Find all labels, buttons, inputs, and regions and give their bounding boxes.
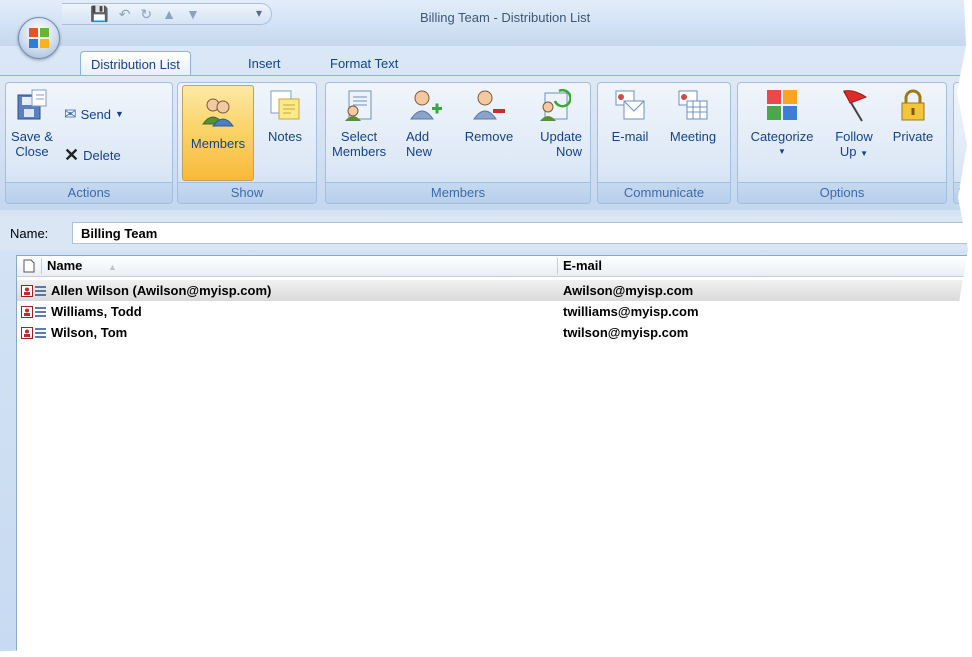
add-member-icon xyxy=(410,90,442,120)
lock-icon xyxy=(901,89,925,121)
member-name: Wilson, Tom xyxy=(51,325,128,340)
select-members-label: Select Members xyxy=(332,129,387,159)
column-name-label: Name xyxy=(47,258,83,273)
add-new-label: Add New xyxy=(406,129,433,159)
update-now-button[interactable]: Update Now xyxy=(524,87,582,159)
chevron-down-icon: ▼ xyxy=(860,149,869,158)
members-button[interactable]: Members xyxy=(182,85,254,181)
remove-member-icon xyxy=(473,90,505,120)
group-members: Select Members Add New Remove Update Now… xyxy=(325,82,591,204)
update-now-label: Update Now xyxy=(540,129,582,159)
column-separator xyxy=(557,258,558,274)
categorize-icon xyxy=(767,90,797,120)
undo-icon[interactable]: ↶ xyxy=(119,7,131,21)
member-name: Allen Wilson (Awilson@myisp.com) xyxy=(51,283,272,298)
group-label-communicate: Communicate xyxy=(598,182,730,203)
title-bar: 💾 ↶ ↻ ▲ ▼ ▾ Billing Team - Distribution … xyxy=(0,0,972,46)
categorize-button[interactable]: Categorize ▼ xyxy=(744,87,820,159)
member-email: twilson@myisp.com xyxy=(563,325,689,340)
window-title: Billing Team - Distribution List xyxy=(420,10,591,25)
send-icon: ✉ xyxy=(64,106,77,123)
tab-distribution-list[interactable]: Distribution List xyxy=(80,51,191,77)
save-close-label: Save & Close xyxy=(11,129,53,159)
name-row: Name: Billing Team xyxy=(0,216,972,250)
remove-button[interactable]: Remove xyxy=(460,87,518,144)
notes-icon xyxy=(270,90,300,120)
delete-icon: ✕ xyxy=(64,145,80,165)
tab-insert[interactable]: Insert xyxy=(238,51,291,76)
email-label: E-mail xyxy=(611,129,649,144)
group-label-show: Show xyxy=(178,182,316,203)
save-close-icon xyxy=(17,89,47,120)
group-label-actions: Actions xyxy=(6,182,172,203)
categorize-label: Categorize xyxy=(750,129,814,144)
contact-card-icon xyxy=(21,327,46,339)
office-button[interactable] xyxy=(18,17,60,59)
delete-button[interactable]: ✕ Delete xyxy=(64,145,121,166)
member-name: Williams, Todd xyxy=(51,304,142,319)
tab-format-text[interactable]: Format Text xyxy=(320,51,408,76)
follow-up-button[interactable]: Follow Up ▼ xyxy=(828,87,880,161)
list-item[interactable]: Allen Wilson (Awilson@myisp.com) Awilson… xyxy=(17,280,972,301)
group-label-members: Members xyxy=(326,182,590,203)
members-label: Members xyxy=(190,136,246,151)
delete-label: Delete xyxy=(83,148,121,163)
save-close-button[interactable]: Save & Close xyxy=(10,87,54,159)
previous-item-icon[interactable]: ▲ xyxy=(162,7,176,21)
name-label: Name: xyxy=(10,226,49,241)
list-header: Name ▲ E-mail xyxy=(17,256,972,277)
notes-button[interactable]: Notes xyxy=(260,87,310,144)
sort-ascending-icon: ▲ xyxy=(108,262,117,272)
address-book-icon xyxy=(345,90,372,121)
document-icon xyxy=(23,259,35,273)
ribbon: Save & Close ✉ Send ▼ ✕ Delete Actions M… xyxy=(0,75,972,210)
quick-access-toolbar: 💾 ↶ ↻ ▲ ▼ xyxy=(62,3,272,25)
private-button[interactable]: Private xyxy=(886,87,940,144)
group-label-options: Options xyxy=(738,182,946,203)
members-icon xyxy=(202,98,234,127)
member-email: Awilson@myisp.com xyxy=(563,283,694,298)
list-item[interactable]: Williams, Todd twilliams@myisp.com xyxy=(17,301,972,322)
meeting-label: Meeting xyxy=(669,129,717,144)
remove-label: Remove xyxy=(464,129,514,144)
add-new-button[interactable]: Add New xyxy=(406,87,446,159)
group-show: Members Notes Show xyxy=(177,82,317,204)
email-button[interactable]: E-mail xyxy=(606,87,654,144)
ribbon-tabs: Distribution List Insert Format Text xyxy=(0,46,972,77)
chevron-down-icon: ▼ xyxy=(778,147,786,156)
save-icon[interactable]: 💾 xyxy=(90,7,109,22)
meeting-icon xyxy=(678,90,708,120)
flag-icon xyxy=(843,90,868,122)
contact-card-icon xyxy=(21,285,46,297)
list-item[interactable]: Wilson, Tom twilson@myisp.com xyxy=(17,322,972,343)
group-actions: Save & Close ✉ Send ▼ ✕ Delete Actions xyxy=(5,82,173,204)
customize-qat-icon[interactable]: ▾ xyxy=(256,6,262,20)
chevron-down-icon: ▼ xyxy=(114,109,124,119)
members-list: Name ▲ E-mail Allen Wilson (Awilson@myis… xyxy=(16,255,972,657)
column-separator xyxy=(41,258,42,274)
send-label: Send xyxy=(80,106,111,122)
email-icon xyxy=(615,90,645,120)
group-options: Categorize ▼ Follow Up ▼ Private Options xyxy=(737,82,947,204)
contact-card-icon xyxy=(21,306,46,318)
redo-icon[interactable]: ↻ xyxy=(140,7,152,21)
meeting-button[interactable]: Meeting xyxy=(662,87,724,144)
notes-label: Notes xyxy=(268,129,302,144)
private-label: Private xyxy=(892,129,934,144)
group-communicate: E-mail Meeting Communicate xyxy=(597,82,731,204)
next-item-icon[interactable]: ▼ xyxy=(186,7,200,21)
update-now-icon xyxy=(540,88,571,121)
send-button[interactable]: ✉ Send ▼ xyxy=(64,105,124,123)
column-name[interactable]: Name ▲ xyxy=(47,256,117,276)
column-email[interactable]: E-mail xyxy=(563,256,602,276)
name-field[interactable]: Billing Team xyxy=(72,222,972,244)
member-email: twilliams@myisp.com xyxy=(563,304,699,319)
select-members-button[interactable]: Select Members xyxy=(332,87,386,159)
office-logo-icon xyxy=(29,28,49,48)
outlook-window: 💾 ↶ ↻ ▲ ▼ ▾ Billing Team - Distribution … xyxy=(0,0,972,657)
